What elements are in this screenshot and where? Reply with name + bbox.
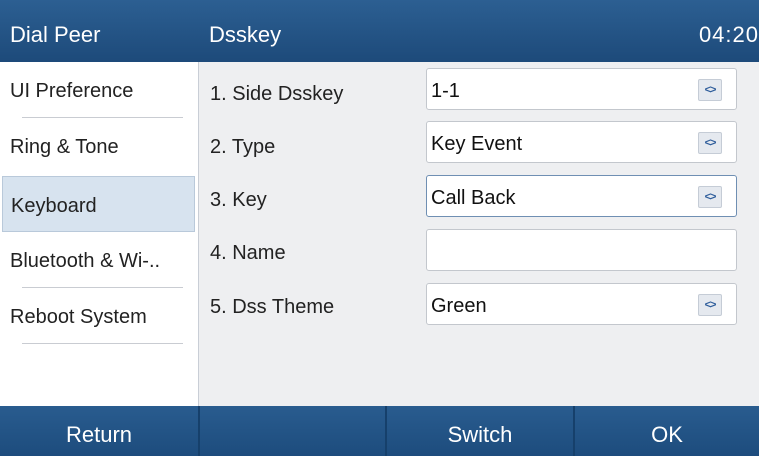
- sidebar-item-ring-tone[interactable]: Ring & Tone: [10, 118, 195, 174]
- side-dsskey-value: 1-1: [431, 80, 460, 102]
- clock: 04:20: [698, 22, 759, 47]
- return-button[interactable]: Return: [0, 406, 198, 456]
- key-value: Call Back: [431, 187, 516, 209]
- side-dsskey-selector[interactable]: 1-1 <>: [426, 68, 737, 110]
- sidebar-item-keyboard[interactable]: Keyboard: [2, 176, 195, 232]
- name-label: 4. Name: [210, 242, 286, 264]
- ok-button[interactable]: OK: [575, 406, 759, 456]
- menu-title: Dial Peer: [10, 22, 101, 47]
- type-selector[interactable]: Key Event <>: [426, 121, 737, 163]
- sidebar-item-label: Keyboard: [11, 195, 97, 217]
- type-label: 2. Type: [210, 136, 276, 158]
- empty-softkey[interactable]: [200, 406, 385, 456]
- sidebar-item-bluetooth-wifi[interactable]: Bluetooth & Wi-..: [10, 232, 195, 288]
- key-label: 3. Key: [210, 189, 267, 211]
- sidebar-item-label: Ring & Tone: [10, 136, 119, 158]
- sidebar-item-label: Bluetooth & Wi-..: [10, 250, 161, 272]
- left-right-arrows-icon[interactable]: <>: [698, 132, 722, 154]
- dss-theme-label: 5. Dss Theme: [210, 296, 335, 318]
- left-right-arrows-icon[interactable]: <>: [698, 294, 722, 316]
- side-dsskey-label: 1. Side Dsskey: [210, 83, 344, 105]
- name-input[interactable]: [426, 229, 737, 271]
- key-selector[interactable]: Call Back <>: [426, 175, 737, 217]
- left-right-arrows-icon[interactable]: <>: [698, 186, 722, 208]
- settings-sidebar: UI Preference Ring & Tone Keyboard Bluet…: [0, 62, 199, 406]
- type-value: Key Event: [431, 133, 523, 155]
- sidebar-item-ui-preference[interactable]: UI Preference: [10, 62, 195, 118]
- left-right-arrows-icon[interactable]: <>: [698, 79, 722, 101]
- page-title: Dsskey: [209, 22, 282, 47]
- dss-theme-selector[interactable]: Green <>: [426, 283, 737, 325]
- sidebar-item-label: Reboot System: [10, 306, 147, 328]
- sidebar-item-label: UI Preference: [10, 80, 134, 102]
- title-bar: Dial Peer Dsskey 04:20: [0, 0, 759, 62]
- dss-theme-value: Green: [431, 295, 487, 317]
- dsskey-form: 1. Side Dsskey 1-1 <> 2. Type Key Event …: [199, 62, 759, 406]
- softkey-bar: Return Switch OK: [0, 406, 759, 456]
- switch-button[interactable]: Switch: [387, 406, 573, 456]
- sidebar-item-reboot-system[interactable]: Reboot System: [10, 288, 195, 344]
